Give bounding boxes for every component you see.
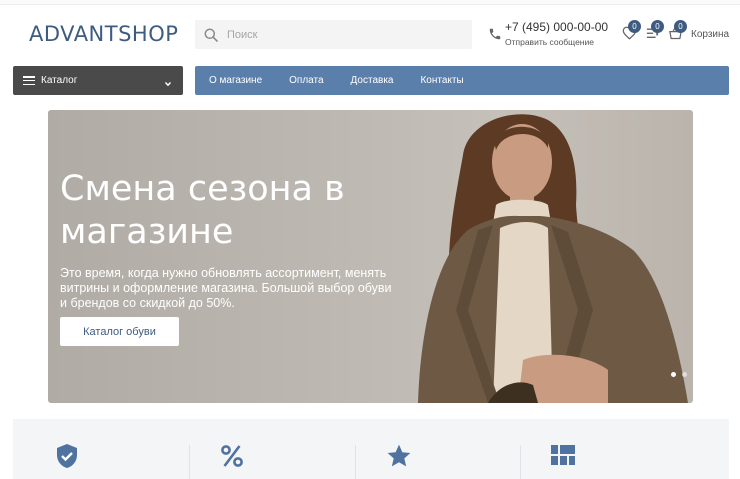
shield-check-icon — [55, 443, 79, 474]
slider-dot[interactable] — [682, 372, 687, 377]
feature-divider — [189, 445, 190, 479]
chevron-down-icon — [163, 76, 173, 86]
hero-banner[interactable]: Смена сезона в магазине Это время, когда… — [48, 110, 693, 403]
banner-catalog-button[interactable]: Каталог обуви — [60, 317, 179, 346]
nav-link-payment[interactable]: Оплата — [289, 75, 323, 86]
slider-dot-active[interactable] — [671, 372, 676, 377]
banner-model-photo — [418, 114, 688, 403]
search-input[interactable] — [225, 27, 459, 42]
menu-burger-icon — [23, 76, 35, 85]
banner-text: Это время, когда нужно обновлять ассорти… — [60, 266, 392, 310]
percent-icon — [220, 443, 244, 474]
layout-grid-icon — [551, 445, 575, 472]
star-icon — [386, 443, 412, 474]
nav-link-about[interactable]: О магазине — [209, 75, 262, 86]
search-icon[interactable] — [203, 27, 219, 43]
cart-count-badge: 0 — [674, 20, 687, 33]
search-bar[interactable] — [195, 20, 472, 49]
top-strip — [0, 0, 740, 5]
phone-number[interactable]: +7 (495) 000-00-00 — [505, 20, 608, 34]
wishlist-count-badge: 0 — [628, 20, 641, 33]
nav-link-contacts[interactable]: Контакты — [420, 75, 463, 86]
banner-title: Смена сезона в магазине — [60, 169, 345, 252]
feature-divider — [520, 445, 521, 479]
compare-count-badge: 0 — [651, 20, 664, 33]
logo[interactable]: ADVANTSHOP — [29, 22, 178, 46]
phone-icon — [488, 27, 502, 41]
send-message-link[interactable]: Отправить сообщение — [505, 37, 594, 47]
cart-link[interactable]: Корзина — [691, 29, 729, 40]
feature-divider — [355, 445, 356, 479]
main-nav: О магазине Оплата Доставка Контакты — [195, 66, 729, 95]
nav-link-delivery[interactable]: Доставка — [351, 75, 394, 86]
catalog-menu-label: Каталог — [41, 75, 78, 86]
catalog-menu-button[interactable]: Каталог — [13, 66, 183, 95]
features-strip — [13, 419, 729, 479]
